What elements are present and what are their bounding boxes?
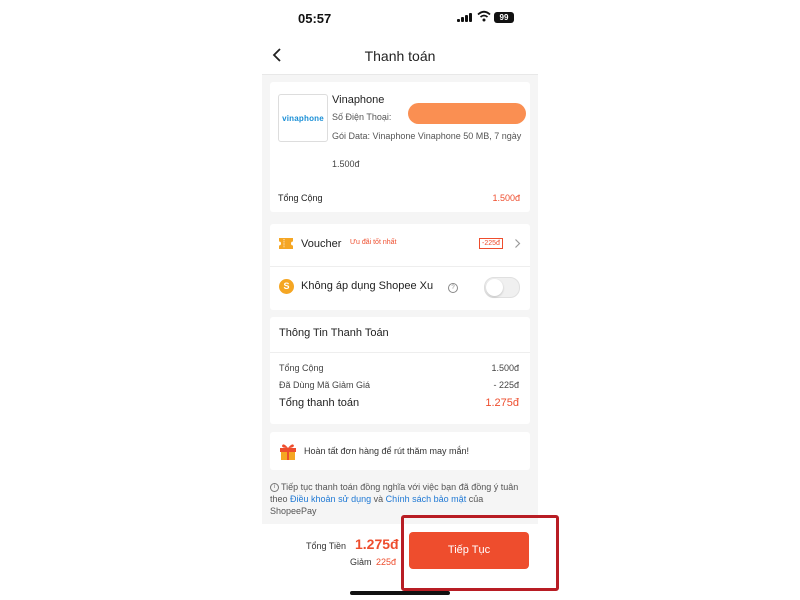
product-total-row: Tổng Cộng 1.500đ [278, 193, 520, 203]
discount-summary-label: Giảm [350, 557, 372, 567]
info-icon: i [270, 483, 279, 493]
payment-info-card: Thông Tin Thanh Toán Tổng Cộng 1.500đ Đã… [270, 317, 530, 424]
product-description: Gói Data: Vinaphone Vinaphone 50 MB, 7 n… [332, 131, 522, 141]
grand-total-row: Tổng thanh toán 1.275đ [279, 397, 519, 409]
top-nav-bar: Thanh toán [262, 38, 538, 75]
toggle-knob [486, 279, 503, 296]
voucher-label: Voucher [301, 238, 342, 250]
wifi-icon [477, 10, 491, 22]
gift-icon [280, 444, 296, 460]
cellular-signal-icon [457, 13, 473, 22]
chevron-right-icon [515, 239, 521, 248]
lucky-draw-text: Hoàn tất đơn hàng để rút thăm may mắn! [304, 446, 469, 456]
total-amount-label: Tổng Tiền [306, 541, 347, 551]
product-price: 1.500đ [332, 159, 360, 169]
grand-total-label: Tổng thanh toán [279, 397, 360, 409]
product-card: vinaphone Vinaphone Số Điện Thoại: Gói D… [270, 82, 530, 212]
battery-icon: 99 [494, 12, 514, 23]
status-time: 05:57 [298, 11, 332, 26]
product-total-value: 1.500đ [492, 193, 520, 203]
product-total-label: Tổng Cộng [278, 193, 323, 203]
checkout-bottom-bar: Tổng Tiền 1.275đ Giảm 225đ Tiếp Tục [262, 524, 538, 600]
subtotal-label: Tổng Cộng [279, 363, 324, 373]
shopee-xu-row: S Không áp dụng Shopee Xu ? [270, 267, 530, 309]
terms-of-use-link[interactable]: Điều khoản sử dụng [290, 494, 371, 504]
privacy-policy-link[interactable]: Chính sách bảo mật [386, 494, 467, 504]
discount-row: Đã Dùng Mã Giảm Giá - 225đ [279, 380, 519, 390]
phone-number-label: Số Điện Thoại: [332, 112, 392, 122]
redacted-phone-number [408, 103, 526, 124]
home-indicator [350, 591, 450, 595]
subtotal-row: Tổng Cộng 1.500đ [279, 363, 519, 373]
terms-middle: và [371, 494, 386, 504]
voucher-row[interactable]: Voucher Ưu đãi tốt nhất -225đ [270, 224, 530, 267]
product-name: Vinaphone [332, 94, 385, 106]
phone-screen: 05:57 99 Thanh toán vinaphone Vinaphone … [262, 0, 538, 600]
total-amount-value: 1.275đ [355, 536, 399, 552]
discount-summary-value: 225đ [376, 557, 397, 567]
lucky-draw-card: Hoàn tất đơn hàng để rút thăm may mắn! [270, 432, 530, 470]
voucher-amount-tag: -225đ [479, 238, 503, 249]
vinaphone-logo: vinaphone [278, 94, 328, 142]
status-bar: 05:57 99 [262, 0, 538, 38]
best-deal-badge: Ưu đãi tốt nhất [350, 239, 397, 246]
divider [270, 352, 530, 353]
voucher-ticket-icon [279, 238, 293, 249]
help-icon[interactable]: ? [448, 283, 458, 293]
voucher-card: Voucher Ưu đãi tốt nhất -225đ S Không áp… [270, 224, 530, 310]
payment-info-title: Thông Tin Thanh Toán [279, 327, 389, 339]
shopee-coin-icon: S [279, 279, 294, 294]
continue-button[interactable]: Tiếp Tục [409, 532, 529, 569]
terms-notice: i Tiếp tục thanh toán đồng nghĩa với việc… [270, 481, 532, 517]
shopee-xu-toggle[interactable] [484, 277, 520, 298]
page-title: Thanh toán [364, 48, 436, 64]
discount-value: - 225đ [493, 380, 519, 390]
shopee-xu-label: Không áp dụng Shopee Xu [301, 280, 434, 292]
discount-label: Đã Dùng Mã Giảm Giá [279, 380, 371, 390]
grand-total-value: 1.275đ [485, 397, 519, 409]
subtotal-value: 1.500đ [491, 363, 519, 373]
